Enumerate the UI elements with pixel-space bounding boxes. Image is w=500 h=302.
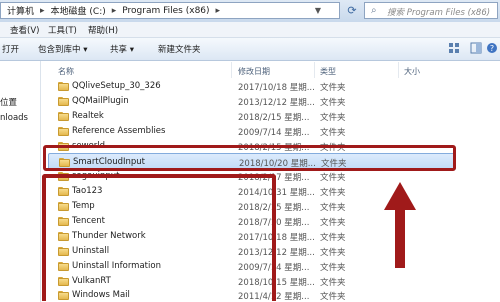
file-type: 文件夹 xyxy=(320,278,346,288)
view-options-icon[interactable] xyxy=(448,42,460,54)
breadcrumb-separator-icon[interactable]: ▸ xyxy=(40,6,45,16)
file-type: 文件夹 xyxy=(320,173,346,183)
column-header: 名称 修改日期 类型 大小 xyxy=(41,62,500,78)
share-button[interactable]: 共享 ▾ xyxy=(110,43,134,55)
file-name: Realtek xyxy=(72,111,104,121)
file-row[interactable]: QQMailPlugin 2013/12/12 星期... 文件夹 xyxy=(41,95,500,108)
file-name: QQMailPlugin xyxy=(72,96,129,106)
include-in-library-button[interactable]: 包含到库中 ▾ xyxy=(38,43,87,55)
breadcrumb-separator-icon[interactable]: ▸ xyxy=(112,6,117,16)
file-name: Reference Assemblies xyxy=(72,126,166,136)
file-row[interactable]: Reference Assemblies 2009/7/14 星期... 文件夹 xyxy=(41,125,500,138)
file-type: 文件夹 xyxy=(320,218,346,228)
red-arrow-icon xyxy=(384,182,416,268)
nav-item-downloads[interactable]: nloads xyxy=(0,113,28,123)
search-placeholder: 搜索 Program Files (x86) xyxy=(387,8,491,18)
column-divider[interactable] xyxy=(398,62,399,78)
breadcrumb-program-files[interactable]: Program Files (x86) xyxy=(122,6,209,16)
file-date: 2017/10/18 星期... xyxy=(238,83,315,93)
navigation-pane[interactable]: 位置 nloads xyxy=(0,61,41,302)
file-type: 文件夹 xyxy=(320,83,346,93)
file-row[interactable]: QQliveSetup_30_326 2017/10/18 星期... 文件夹 xyxy=(41,80,500,93)
highlight-box-list xyxy=(42,174,276,301)
highlight-box-selected xyxy=(43,145,456,171)
file-date: 2009/7/14 星期... xyxy=(238,128,310,138)
folder-icon xyxy=(58,97,69,106)
column-divider[interactable] xyxy=(314,62,315,78)
column-size[interactable]: 大小 xyxy=(404,66,420,77)
menu-help[interactable]: 帮助(H) xyxy=(88,24,118,36)
preview-pane-icon[interactable] xyxy=(470,42,482,54)
address-bar[interactable]: 计算机 ▸ 本地磁盘 (C:) ▸ Program Files (x86) ▸ … xyxy=(0,2,340,19)
folder-icon xyxy=(58,112,69,121)
address-bar-strip: 计算机 ▸ 本地磁盘 (C:) ▸ Program Files (x86) ▸ … xyxy=(0,0,500,23)
new-folder-button[interactable]: 新建文件夹 xyxy=(158,43,201,55)
svg-text:?: ? xyxy=(490,44,494,53)
open-button[interactable]: 打开 xyxy=(2,43,19,55)
refresh-icon[interactable]: ⟳ xyxy=(343,2,361,19)
file-type: 文件夹 xyxy=(320,203,346,213)
address-dropdown-icon[interactable]: ▼ xyxy=(315,6,321,15)
file-type: 文件夹 xyxy=(320,98,346,108)
file-date: 2018/2/15 星期... xyxy=(238,113,310,123)
file-type: 文件夹 xyxy=(320,263,346,273)
column-type[interactable]: 类型 xyxy=(320,66,336,77)
nav-item-locations[interactable]: 位置 xyxy=(0,96,17,108)
file-name: QQliveSetup_30_326 xyxy=(72,81,161,91)
column-date[interactable]: 修改日期 xyxy=(238,66,270,77)
menu-view[interactable]: 查看(V) xyxy=(10,24,39,36)
help-icon[interactable]: ? xyxy=(486,42,498,54)
file-type: 文件夹 xyxy=(320,128,346,138)
breadcrumb-local-disk[interactable]: 本地磁盘 (C:) xyxy=(51,4,106,17)
file-type: 文件夹 xyxy=(320,248,346,258)
file-date: 2013/12/12 星期... xyxy=(238,98,315,108)
folder-icon xyxy=(58,127,69,136)
search-icon: ⌕ xyxy=(371,5,377,16)
column-divider[interactable] xyxy=(231,62,232,78)
menu-bar: 查看(V) 工具(T) 帮助(H) xyxy=(0,22,500,38)
folder-icon xyxy=(58,82,69,91)
file-type: 文件夹 xyxy=(320,113,346,123)
breadcrumb-computer[interactable]: 计算机 xyxy=(7,4,34,17)
command-bar: 打开 包含到库中 ▾ 共享 ▾ 新建文件夹 ? xyxy=(0,38,500,61)
search-input[interactable]: ⌕ 搜索 Program Files (x86) xyxy=(364,2,498,19)
file-row[interactable]: Realtek 2018/2/15 星期... 文件夹 xyxy=(41,110,500,123)
breadcrumb-separator-icon[interactable]: ▸ xyxy=(216,6,221,16)
file-type: 文件夹 xyxy=(320,188,346,198)
column-name[interactable]: 名称 xyxy=(58,66,74,77)
file-type: 文件夹 xyxy=(320,292,346,302)
menu-tools[interactable]: 工具(T) xyxy=(48,24,77,36)
file-type: 文件夹 xyxy=(320,233,346,243)
